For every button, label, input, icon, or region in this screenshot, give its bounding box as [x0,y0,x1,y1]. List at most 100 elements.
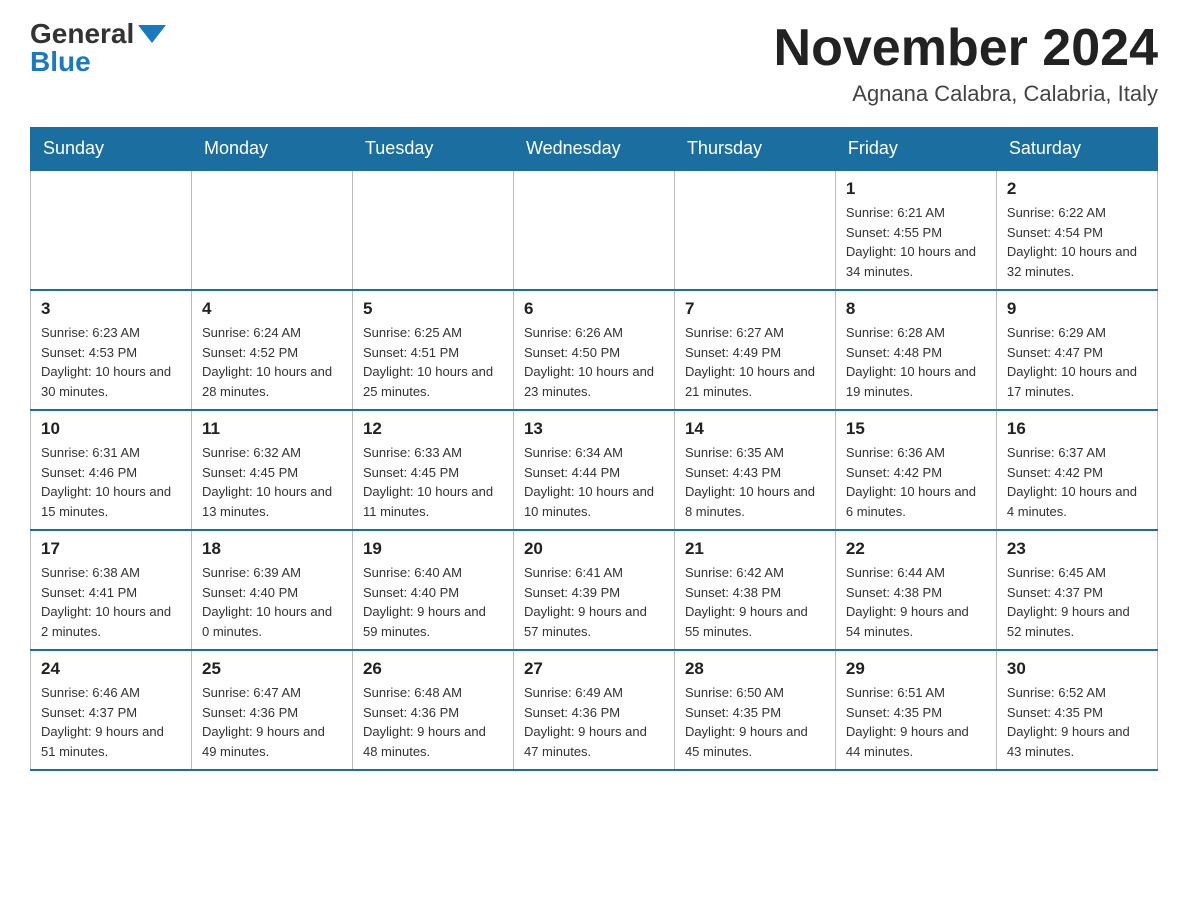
calendar-cell [513,170,674,290]
calendar-cell: 21 Sunrise: 6:42 AMSunset: 4:38 PMDayligh… [674,530,835,650]
calendar-cell: 23 Sunrise: 6:45 AMSunset: 4:37 PMDayligh… [996,530,1157,650]
calendar-cell: 5 Sunrise: 6:25 AMSunset: 4:51 PMDaylight… [352,290,513,410]
day-number: 4 [202,299,342,319]
day-info: Sunrise: 6:21 AMSunset: 4:55 PMDaylight:… [846,203,986,281]
day-info: Sunrise: 6:28 AMSunset: 4:48 PMDaylight:… [846,323,986,401]
calendar-cell: 2 Sunrise: 6:22 AMSunset: 4:54 PMDaylight… [996,170,1157,290]
day-info: Sunrise: 6:36 AMSunset: 4:42 PMDaylight:… [846,443,986,521]
calendar-week-row: 3 Sunrise: 6:23 AMSunset: 4:53 PMDaylight… [31,290,1158,410]
logo-general-text: General [30,20,134,48]
calendar-cell: 6 Sunrise: 6:26 AMSunset: 4:50 PMDaylight… [513,290,674,410]
month-title: November 2024 [774,20,1158,77]
day-info: Sunrise: 6:50 AMSunset: 4:35 PMDaylight:… [685,683,825,761]
day-number: 20 [524,539,664,559]
day-info: Sunrise: 6:25 AMSunset: 4:51 PMDaylight:… [363,323,503,401]
day-number: 3 [41,299,181,319]
day-info: Sunrise: 6:42 AMSunset: 4:38 PMDaylight:… [685,563,825,641]
column-header-saturday: Saturday [996,128,1157,171]
day-info: Sunrise: 6:35 AMSunset: 4:43 PMDaylight:… [685,443,825,521]
day-info: Sunrise: 6:22 AMSunset: 4:54 PMDaylight:… [1007,203,1147,281]
day-number: 19 [363,539,503,559]
day-number: 16 [1007,419,1147,439]
calendar-cell: 7 Sunrise: 6:27 AMSunset: 4:49 PMDaylight… [674,290,835,410]
calendar-cell: 18 Sunrise: 6:39 AMSunset: 4:40 PMDayligh… [191,530,352,650]
day-number: 6 [524,299,664,319]
day-info: Sunrise: 6:52 AMSunset: 4:35 PMDaylight:… [1007,683,1147,761]
day-info: Sunrise: 6:47 AMSunset: 4:36 PMDaylight:… [202,683,342,761]
calendar-cell: 11 Sunrise: 6:32 AMSunset: 4:45 PMDayligh… [191,410,352,530]
day-info: Sunrise: 6:29 AMSunset: 4:47 PMDaylight:… [1007,323,1147,401]
calendar-cell: 1 Sunrise: 6:21 AMSunset: 4:55 PMDaylight… [835,170,996,290]
calendar-cell: 13 Sunrise: 6:34 AMSunset: 4:44 PMDayligh… [513,410,674,530]
day-number: 26 [363,659,503,679]
calendar-week-row: 10Sunrise: 6:31 AMSunset: 4:46 PMDayligh… [31,410,1158,530]
calendar-cell [674,170,835,290]
day-info: Sunrise: 6:41 AMSunset: 4:39 PMDaylight:… [524,563,664,641]
day-info: Sunrise: 6:51 AMSunset: 4:35 PMDaylight:… [846,683,986,761]
day-number: 14 [685,419,825,439]
logo-blue-text: Blue [30,48,91,76]
column-header-wednesday: Wednesday [513,128,674,171]
column-header-monday: Monday [191,128,352,171]
calendar-cell: 19 Sunrise: 6:40 AMSunset: 4:40 PMDayligh… [352,530,513,650]
calendar-header-row: SundayMondayTuesdayWednesdayThursdayFrid… [31,128,1158,171]
calendar-cell: 26 Sunrise: 6:48 AMSunset: 4:36 PMDayligh… [352,650,513,770]
day-number: 9 [1007,299,1147,319]
day-number: 2 [1007,179,1147,199]
calendar-week-row: 1 Sunrise: 6:21 AMSunset: 4:55 PMDaylight… [31,170,1158,290]
logo: General Blue [30,20,166,76]
day-info: Sunrise: 6:44 AMSunset: 4:38 PMDaylight:… [846,563,986,641]
day-info: Sunrise: 6:40 AMSunset: 4:40 PMDaylight:… [363,563,503,641]
day-number: 11 [202,419,342,439]
day-number: 10 [41,419,181,439]
day-number: 17 [41,539,181,559]
day-info: Sunrise: 6:26 AMSunset: 4:50 PMDaylight:… [524,323,664,401]
calendar-cell: 16 Sunrise: 6:37 AMSunset: 4:42 PMDayligh… [996,410,1157,530]
calendar-week-row: 17 Sunrise: 6:38 AMSunset: 4:41 PMDayligh… [31,530,1158,650]
day-number: 23 [1007,539,1147,559]
day-info: Sunrise: 6:45 AMSunset: 4:37 PMDaylight:… [1007,563,1147,641]
calendar-cell: 8Sunrise: 6:28 AMSunset: 4:48 PMDaylight… [835,290,996,410]
day-number: 18 [202,539,342,559]
day-info: Sunrise: 6:27 AMSunset: 4:49 PMDaylight:… [685,323,825,401]
day-number: 27 [524,659,664,679]
calendar-cell: 3 Sunrise: 6:23 AMSunset: 4:53 PMDaylight… [31,290,192,410]
calendar-cell: 29 Sunrise: 6:51 AMSunset: 4:35 PMDayligh… [835,650,996,770]
day-number: 24 [41,659,181,679]
day-info: Sunrise: 6:38 AMSunset: 4:41 PMDaylight:… [41,563,181,641]
day-info: Sunrise: 6:48 AMSunset: 4:36 PMDaylight:… [363,683,503,761]
day-info: Sunrise: 6:23 AMSunset: 4:53 PMDaylight:… [41,323,181,401]
day-number: 21 [685,539,825,559]
day-info: Sunrise: 6:39 AMSunset: 4:40 PMDaylight:… [202,563,342,641]
column-header-sunday: Sunday [31,128,192,171]
calendar-cell [31,170,192,290]
day-info: Sunrise: 6:37 AMSunset: 4:42 PMDaylight:… [1007,443,1147,521]
day-number: 29 [846,659,986,679]
page-header: General Blue November 2024 Agnana Calabr… [30,20,1158,107]
day-number: 15 [846,419,986,439]
column-header-tuesday: Tuesday [352,128,513,171]
calendar-cell: 10Sunrise: 6:31 AMSunset: 4:46 PMDayligh… [31,410,192,530]
calendar-table: SundayMondayTuesdayWednesdayThursdayFrid… [30,127,1158,771]
day-info: Sunrise: 6:32 AMSunset: 4:45 PMDaylight:… [202,443,342,521]
day-number: 5 [363,299,503,319]
day-info: Sunrise: 6:49 AMSunset: 4:36 PMDaylight:… [524,683,664,761]
calendar-cell: 9 Sunrise: 6:29 AMSunset: 4:47 PMDaylight… [996,290,1157,410]
day-number: 7 [685,299,825,319]
location-text: Agnana Calabra, Calabria, Italy [774,81,1158,107]
day-info: Sunrise: 6:24 AMSunset: 4:52 PMDaylight:… [202,323,342,401]
calendar-cell: 17 Sunrise: 6:38 AMSunset: 4:41 PMDayligh… [31,530,192,650]
day-info: Sunrise: 6:34 AMSunset: 4:44 PMDaylight:… [524,443,664,521]
day-info: Sunrise: 6:46 AMSunset: 4:37 PMDaylight:… [41,683,181,761]
logo-triangle-icon [138,25,166,43]
calendar-cell: 15 Sunrise: 6:36 AMSunset: 4:42 PMDayligh… [835,410,996,530]
calendar-cell [191,170,352,290]
day-number: 13 [524,419,664,439]
column-header-friday: Friday [835,128,996,171]
calendar-cell: 22Sunrise: 6:44 AMSunset: 4:38 PMDayligh… [835,530,996,650]
calendar-cell: 4 Sunrise: 6:24 AMSunset: 4:52 PMDaylight… [191,290,352,410]
calendar-cell: 24 Sunrise: 6:46 AMSunset: 4:37 PMDayligh… [31,650,192,770]
calendar-cell: 20 Sunrise: 6:41 AMSunset: 4:39 PMDayligh… [513,530,674,650]
day-number: 1 [846,179,986,199]
calendar-cell: 28Sunrise: 6:50 AMSunset: 4:35 PMDayligh… [674,650,835,770]
